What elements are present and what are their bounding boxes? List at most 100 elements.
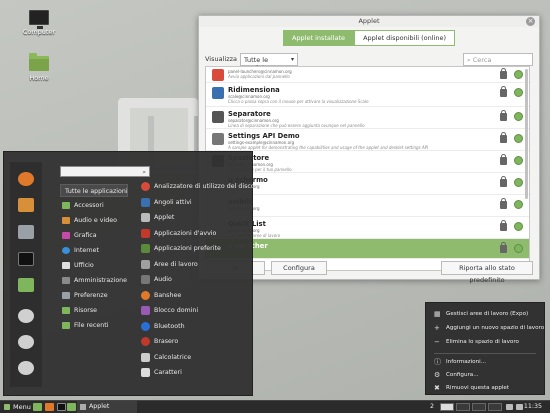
show-desktop-icon[interactable]	[33, 403, 42, 411]
menu-item-label: Rimuovi questa applet	[446, 385, 510, 391]
system-settings-icon[interactable]	[18, 225, 34, 239]
tab-bar: Applet installate Applet disponibili (on…	[199, 30, 539, 46]
applet-description: Avvia applicazioni dal pannello	[228, 74, 290, 79]
app-label: Applicazioni preferite	[154, 245, 221, 252]
enabled-toggle[interactable]	[514, 134, 523, 143]
list-item[interactable]: Spaziatore spacer@cinnamon.org Spazio vu…	[206, 151, 529, 173]
app-fonts[interactable]: Caratteri	[140, 366, 252, 379]
calculator-icon	[141, 352, 150, 362]
list-item[interactable]: panel-launchers@cinnamon.org Avvia appli…	[206, 67, 529, 83]
app-disk-usage-analyzer[interactable]: Analizzatore di utilizzo del disco	[140, 180, 255, 193]
menu-item-remove-workspace[interactable]: − Elimina lo spazio di lavoro	[434, 337, 519, 347]
folder-icon	[62, 307, 70, 314]
remove-icon: ✖	[434, 384, 440, 392]
logout-icon[interactable]	[18, 335, 34, 349]
desktop-icon-label: Home	[29, 74, 49, 82]
lock-icon	[500, 220, 507, 231]
category-accessories[interactable]: Accessori	[60, 199, 128, 212]
files-launcher-icon[interactable]	[67, 403, 76, 411]
taskbar-window-applet[interactable]: Applet	[77, 401, 137, 413]
lock-screen-icon[interactable]	[18, 309, 34, 323]
terminal-icon[interactable]	[18, 252, 34, 266]
enabled-toggle[interactable]	[514, 70, 523, 79]
startup-icon	[141, 228, 150, 238]
applet-description: Clicca o passa sopra con il mouse per at…	[228, 99, 369, 104]
app-sound[interactable]: Audio	[140, 273, 252, 286]
category-audio-video[interactable]: Audio e video	[60, 214, 128, 227]
enabled-toggle[interactable]	[514, 200, 523, 209]
list-item[interactable]: ovibili @cinnamon.org	[206, 195, 529, 217]
menu-button[interactable]: Menu	[3, 401, 31, 413]
tab-installed-applets[interactable]: Applet installate	[282, 30, 355, 46]
applet-name: ovibili	[228, 195, 529, 206]
category-recent-files[interactable]: File recenti	[60, 319, 128, 332]
menu-item-about[interactable]: ⓘ Informazioni...	[434, 357, 486, 367]
workspace-3[interactable]	[472, 403, 486, 411]
software-manager-icon[interactable]	[18, 198, 34, 212]
app-domain-blocker[interactable]: Blocco domini	[140, 304, 252, 317]
enabled-toggle[interactable]	[514, 156, 523, 165]
terminal-launcher-icon[interactable]	[57, 403, 66, 411]
enabled-toggle[interactable]	[514, 112, 523, 121]
menu-item-configure[interactable]: ⚙ Configura...	[434, 370, 479, 380]
category-administration[interactable]: Amministrazione	[60, 274, 128, 287]
list-item[interactable]: Quick List @cinnamon.org ...di tutte le …	[206, 217, 529, 239]
category-office[interactable]: Ufficio	[60, 259, 128, 272]
lock-icon	[500, 132, 507, 143]
workspace-4[interactable]	[488, 403, 502, 411]
list-item[interactable]: Ridimensiona scale@cinnamon.org Clicca o…	[206, 83, 529, 107]
app-banshee[interactable]: Banshee	[140, 289, 252, 302]
enabled-toggle[interactable]	[514, 88, 523, 97]
window-titlebar[interactable]: Applet ×	[199, 16, 539, 27]
files-icon[interactable]	[18, 278, 34, 292]
category-internet[interactable]: Internet	[60, 244, 128, 257]
app-startup-applications[interactable]: Applicazioni d'avvio	[140, 227, 252, 240]
desktop-icon-home[interactable]: Home	[14, 53, 64, 82]
search-icon: ⌕	[142, 168, 146, 176]
enabled-toggle[interactable]	[514, 178, 523, 187]
category-preferences[interactable]: Preferenze	[60, 289, 128, 302]
applet-name: Ridimensiona	[228, 86, 280, 94]
clock[interactable]: 11:35	[524, 401, 542, 413]
close-icon[interactable]: ×	[526, 17, 535, 26]
enabled-toggle[interactable]	[514, 222, 523, 231]
search-input[interactable]: ⌕ Cerca	[463, 52, 533, 66]
reset-default-button[interactable]: Riporta allo stato predefinito	[441, 261, 533, 284]
list-item-selected[interactable]: e switcher	[206, 239, 529, 259]
firefox-icon[interactable]	[18, 172, 34, 186]
menu-item-remove-applet[interactable]: ✖ Rimuovi questa applet	[434, 383, 509, 393]
category-graphics[interactable]: Grafica	[60, 229, 128, 242]
app-preferred-applications[interactable]: Applicazioni preferite	[140, 242, 252, 255]
workspace-1[interactable]	[440, 403, 454, 411]
workspace-count: 2	[430, 403, 435, 410]
app-brasero[interactable]: Brasero	[140, 335, 252, 348]
desktop-icon-label: Computer	[22, 28, 56, 36]
tab-online-applets[interactable]: Applet disponibili (online)	[354, 30, 456, 46]
menu-item-manage-workspaces[interactable]: ▦ Gestisci aree di lavoro (Expo)	[434, 309, 528, 319]
shutdown-icon[interactable]	[18, 361, 34, 375]
firefox-launcher-icon[interactable]	[45, 403, 54, 411]
desktop-icon-computer[interactable]: Computer	[14, 10, 64, 36]
app-bluetooth[interactable]: Bluetooth	[140, 320, 252, 333]
menu-item-add-workspace[interactable]: + Aggiungi un nuovo spazio di lavoro	[434, 323, 544, 333]
network-icon[interactable]	[506, 404, 513, 410]
category-places[interactable]: Risorse	[60, 304, 128, 317]
enabled-toggle[interactable]	[514, 244, 523, 253]
configure-button[interactable]: Configura	[271, 261, 327, 275]
applet-list[interactable]: panel-launchers@cinnamon.org Avvia appli…	[205, 66, 530, 271]
filter-select[interactable]: Tutte le applets ▾	[240, 52, 299, 72]
list-item[interactable]: Separatore separator@cinnamon.org Linea …	[206, 107, 529, 129]
category-list: Tutte le applicazioni Accessori Audio e …	[60, 184, 128, 334]
app-calculator[interactable]: Calcolatrice	[140, 351, 252, 364]
category-all-applications[interactable]: Tutte le applicazioni	[60, 184, 128, 197]
app-hot-corners[interactable]: Angoli attivi	[140, 196, 252, 209]
list-item[interactable]: Settings API Demo settings-example@cinna…	[206, 129, 529, 151]
app-applets[interactable]: Applet	[140, 211, 252, 224]
app-label: Calcolatrice	[154, 353, 192, 361]
volume-icon[interactable]	[516, 404, 523, 410]
menu-search-input[interactable]: ⌕	[60, 166, 150, 177]
app-workspaces[interactable]: Aree di lavoro	[140, 258, 252, 271]
list-scrollbar[interactable]	[525, 69, 528, 199]
chevron-down-icon: ▾	[291, 55, 295, 63]
workspace-2[interactable]	[456, 403, 470, 411]
